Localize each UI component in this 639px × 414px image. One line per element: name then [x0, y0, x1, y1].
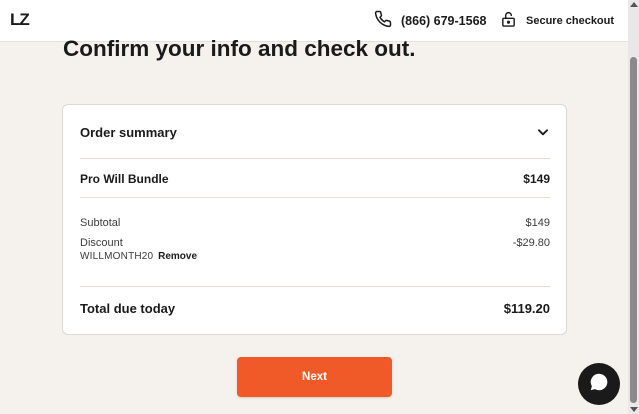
secure-checkout-indicator: Secure checkout: [500, 11, 614, 31]
scroll-down-arrow-icon[interactable]: [630, 407, 638, 412]
phone-icon: [374, 10, 392, 33]
discount-label: Discount: [80, 237, 123, 249]
divider: [80, 197, 550, 198]
lock-icon: [500, 10, 517, 33]
order-summary-header[interactable]: Order summary: [80, 124, 550, 142]
promo-code: WILLMONTH20: [80, 251, 154, 262]
discount-value: -$29.80: [512, 237, 550, 249]
legalzoom-logo[interactable]: LZ: [10, 10, 30, 30]
total-value: $119.20: [503, 301, 550, 316]
promo-code-row: WILLMONTH20 Remove: [80, 251, 197, 262]
item-price: $149: [523, 172, 550, 186]
item-name: Pro Will Bundle: [80, 172, 169, 186]
divider: [80, 158, 550, 159]
chat-bubble-icon: [588, 371, 610, 398]
chevron-down-icon[interactable]: [536, 125, 550, 139]
subtotal-value: $149: [525, 217, 550, 229]
order-summary-card: Order summary Pro Will Bundle $149 Subto…: [62, 104, 567, 335]
scroll-up-arrow-icon[interactable]: [630, 2, 638, 7]
remove-promo-link[interactable]: Remove: [158, 251, 197, 262]
subtotal-label: Subtotal: [80, 217, 121, 229]
next-button[interactable]: Next: [237, 357, 392, 397]
page-title: Confirm your info and check out.: [63, 36, 416, 61]
total-label: Total due today: [80, 301, 176, 316]
page-scrollbar[interactable]: [628, 0, 639, 414]
scrollbar-thumb[interactable]: [630, 57, 637, 403]
order-summary-title: Order summary: [80, 125, 177, 140]
chat-button[interactable]: [578, 363, 620, 405]
phone-number[interactable]: (866) 679-1568: [401, 14, 486, 28]
secure-checkout-label: Secure checkout: [526, 15, 615, 27]
divider: [80, 286, 550, 287]
phone-contact[interactable]: (866) 679-1568: [374, 10, 486, 33]
